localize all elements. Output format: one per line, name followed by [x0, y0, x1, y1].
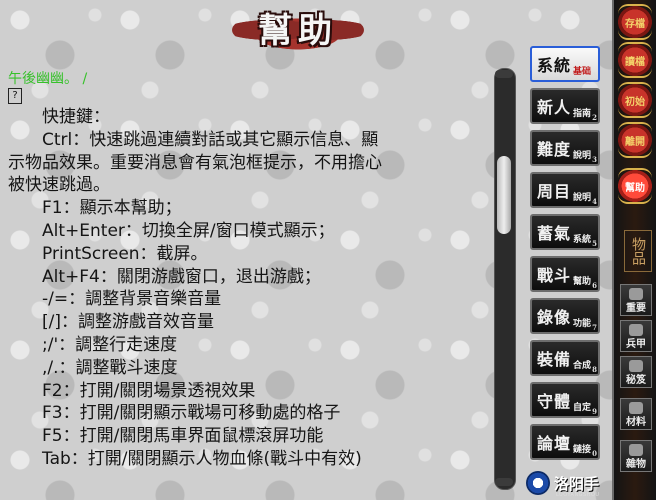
inventory-tab[interactable]: 兵甲	[620, 320, 652, 352]
inventory-tab[interactable]: 秘笈	[620, 356, 652, 388]
menu-button[interactable]: 論壇 鏈接 0	[530, 424, 600, 460]
help-line: ;/'：調整行走速度	[8, 334, 178, 355]
menu-button[interactable]: 守體 自定 9	[530, 382, 600, 418]
menu-button[interactable]: 難度 說明 3	[530, 130, 600, 166]
category-stamp: 物品	[624, 230, 652, 272]
menu-button[interactable]: 新人 指南 2	[530, 88, 600, 124]
status-line: 午後幽幽。 /	[8, 71, 88, 87]
menu-button-hotkey: 7	[592, 323, 597, 332]
menu-button-sublabel: 自定	[572, 403, 591, 413]
menu-button-hotkey: 3	[592, 155, 597, 164]
menu-button[interactable]: 蓄氣 系統 5	[530, 214, 600, 250]
menu-button-label: 戰斗	[537, 266, 572, 285]
menu-button[interactable]: 錄像 功能 7	[530, 298, 600, 334]
menu-button-hotkey: 8	[592, 365, 597, 374]
help-line: PrintScreen：截屏。	[8, 243, 208, 264]
menu-button-label: 錄像	[537, 308, 572, 327]
menu-button-sublabel: 指南	[572, 109, 591, 119]
lantern-button[interactable]: 幫助	[618, 168, 652, 204]
help-line: F2：打開/關閉場景透視效果	[8, 380, 256, 401]
menu-button[interactable]: 系統 基础 1	[530, 46, 600, 82]
menu-button-label: 蓄氣	[537, 224, 572, 243]
menu-button-label: 裝備	[537, 350, 572, 369]
watermark-subtext: LUOYANGSHOU	[556, 492, 600, 498]
menu-button-label: 周目	[537, 182, 572, 201]
menu-button-label: 守體	[537, 392, 572, 411]
help-line: -/=：調整背景音樂音量	[8, 289, 222, 310]
menu-button-sublabel: 基础	[572, 67, 591, 77]
scrollbar-thumb[interactable]	[497, 156, 511, 234]
help-line: 快捷鍵：	[8, 107, 110, 127]
help-line: [/]：調整游戲音效音量	[8, 312, 214, 333]
menu-button-hotkey: 1	[592, 71, 597, 80]
menu-button[interactable]: 戰斗 幫助 6	[530, 256, 600, 292]
menu-button-sublabel: 說明	[572, 193, 591, 203]
inventory-tab-label: 秘笈	[626, 375, 646, 386]
title-banner: 幫助	[232, 4, 364, 51]
lantern-button[interactable]: 讀檔	[618, 42, 652, 78]
item-icon	[629, 360, 643, 372]
help-line: F3：打開/關閉顯示戰場可移動處的格子	[8, 403, 341, 424]
menu-button-label: 系統	[537, 56, 572, 75]
menu-button-hotkey: 6	[592, 281, 597, 290]
lantern-button[interactable]: 存檔	[618, 4, 652, 40]
menu-button-sublabel: 鏈接	[572, 445, 591, 455]
inventory-tab[interactable]: 重要	[620, 284, 652, 316]
menu-button-sublabel: 合成	[572, 361, 591, 371]
lantern-button[interactable]: 初始	[618, 82, 652, 118]
help-line: ,/.：調整戰斗速度	[8, 357, 178, 378]
scrollbar-track[interactable]	[494, 68, 516, 490]
help-line: F5：打開/關閉馬車界面鼠標滾屏功能	[8, 426, 324, 447]
inventory-tab-label: 重要	[626, 303, 646, 314]
item-icon	[629, 288, 643, 300]
help-line: 被快速跳過。	[8, 175, 110, 196]
scroll-down-cap[interactable]	[495, 478, 513, 486]
item-icon	[629, 324, 643, 336]
menu-button-hotkey: 9	[592, 407, 597, 416]
inventory-tab[interactable]: 材料	[620, 398, 652, 430]
item-icon	[629, 402, 643, 414]
scroll-up-cap[interactable]	[495, 70, 513, 78]
menu-button-label: 新人	[537, 98, 572, 117]
page-title: 幫助	[258, 10, 338, 51]
menu-button[interactable]: 裝備 合成 8	[530, 340, 600, 376]
menu-button-hotkey: 0	[592, 449, 597, 458]
menu-button-label: 難度	[537, 140, 572, 159]
help-line: Tab：打開/關閉顯示人物血條(戰斗中有效)	[8, 448, 362, 469]
menu-button[interactable]: 周目 說明 4	[530, 172, 600, 208]
inventory-tab-label: 材料	[626, 417, 646, 428]
menu-button-label: 論壇	[537, 434, 572, 453]
menu-button-sublabel: 幫助	[572, 277, 591, 287]
help-line: Ctrl：快速跳過連續對話或其它顯示信息、顯	[8, 129, 379, 150]
watermark-logo-icon	[526, 471, 550, 495]
help-text: 快捷鍵： Ctrl：快速跳過連續對話或其它顯示信息、顯 示物品效果。重要消息會有氣…	[8, 106, 486, 471]
watermark-text: 洛阳手	[554, 474, 600, 493]
lantern-button[interactable]: 離開	[618, 122, 652, 158]
menu-button-sublabel: 功能	[572, 319, 591, 329]
help-line: Alt+F4：關閉游戲窗口，退出游戲；	[8, 266, 321, 287]
menu-button-hotkey: 2	[592, 113, 597, 122]
help-line: Alt+Enter：切換全屏/窗口模式顯示；	[8, 220, 335, 241]
menu-button-sublabel: 系統	[572, 235, 591, 245]
menu-button-hotkey: 5	[592, 239, 597, 248]
item-icon	[629, 444, 643, 456]
help-line: F1：顯示本幫助；	[8, 198, 182, 219]
unknown-glyph: ?	[8, 88, 22, 104]
inventory-tab-label: 雜物	[626, 459, 646, 470]
menu-button-hotkey: 4	[592, 197, 597, 206]
inventory-tab-label: 兵甲	[626, 339, 646, 350]
help-line: 示物品效果。重要消息會有氣泡框提示，不用擔心	[8, 152, 382, 173]
menu-button-sublabel: 說明	[572, 151, 591, 161]
